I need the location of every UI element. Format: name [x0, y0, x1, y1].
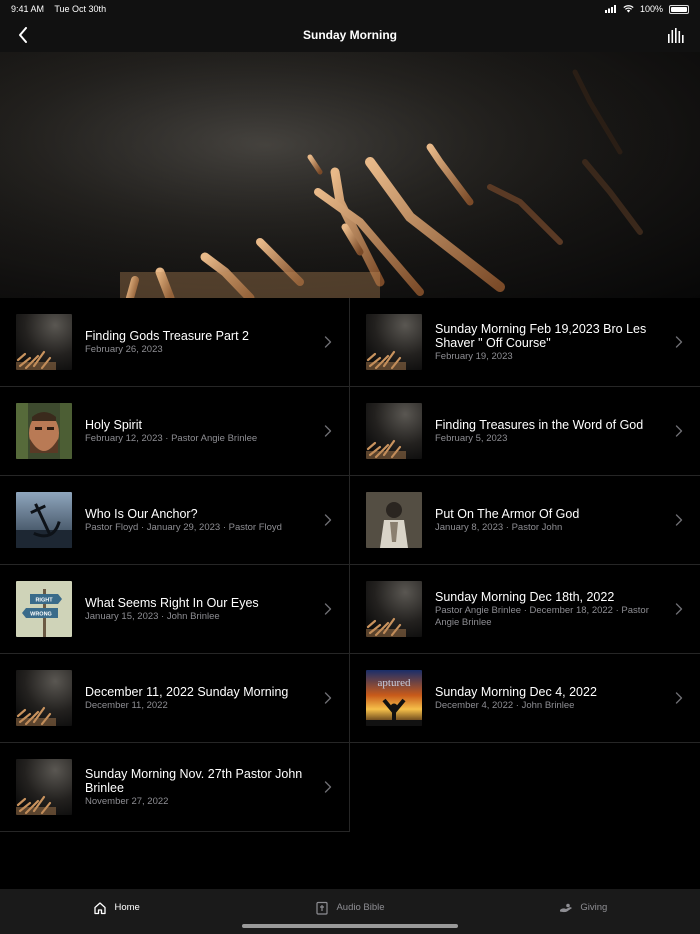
sermon-title: Finding Treasures in the Word of God [435, 417, 644, 432]
chevron-right-icon [675, 336, 683, 348]
sermon-list-item[interactable]: aptured Sunday Morning Dec 4, 2022 Decembe… [350, 654, 700, 743]
status-time: 9:41 AM [11, 4, 45, 14]
sermon-list-item[interactable]: Who Is Our Anchor? Pastor Floyd · January… [0, 476, 350, 565]
chevron-right-icon [324, 336, 332, 348]
sermon-thumbnail [366, 403, 422, 459]
bible-icon [316, 901, 329, 915]
sermon-list-item[interactable]: Finding Gods Treasure Part 2 February 26,… [0, 298, 350, 387]
sermon-subtitle: December 11, 2022 [85, 699, 168, 711]
sermon-title: Sunday Morning Dec 18th, 2022 [435, 589, 615, 604]
battery-icon [669, 4, 689, 14]
sermon-subtitle: February 26, 2023 [85, 343, 163, 355]
sermon-title: Who Is Our Anchor? [85, 506, 198, 521]
status-date: Tue Oct 30th [54, 4, 107, 14]
sermon-title: What Seems Right In Our Eyes [85, 595, 259, 610]
sermon-title: December 11, 2022 Sunday Morning [85, 684, 289, 699]
sermon-subtitle: December 4, 2022 · John Brinlee [435, 699, 575, 711]
sermon-title: Sunday Morning Feb 19,2023 Bro Les Shave… [435, 321, 647, 350]
chevron-right-icon [324, 603, 332, 615]
tab-audio-bible-label: Audio Bible [336, 902, 385, 913]
home-indicator [242, 924, 458, 928]
sermon-list-item[interactable]: December 11, 2022 Sunday Morning December… [0, 654, 350, 743]
sermon-title: Sunday Morning Dec 4, 2022 [435, 684, 597, 699]
equalizer-icon[interactable] [666, 25, 686, 45]
sermon-subtitle: February 12, 2023 · Pastor Angie Brinlee [85, 432, 258, 444]
chevron-right-icon [324, 692, 332, 704]
chevron-right-icon [324, 514, 332, 526]
navigation-bar: Sunday Morning [0, 18, 700, 52]
svg-text:RIGHT: RIGHT [35, 598, 53, 604]
sermon-list-item[interactable]: Sunday Morning Nov. 27th Pastor John Bri… [0, 743, 350, 832]
giving-icon [560, 903, 573, 912]
sermon-thumbnail [16, 314, 72, 370]
status-bar: 9:41 AM Tue Oct 30th 100% [0, 0, 700, 18]
sermon-thumbnail [16, 492, 72, 548]
sermon-title: Put On The Armor Of God [435, 506, 580, 521]
chevron-right-icon [675, 425, 683, 437]
tab-home-label: Home [114, 902, 140, 913]
tab-home[interactable]: Home [0, 889, 233, 934]
sermon-list: Finding Gods Treasure Part 2 February 26,… [0, 298, 700, 832]
sermon-title: Sunday Morning Nov. 27th Pastor John Bri… [85, 766, 303, 795]
chevron-right-icon [675, 692, 683, 704]
hero-banner-image [0, 52, 700, 298]
wifi-icon [623, 5, 634, 13]
sermon-thumbnail [366, 314, 422, 370]
sermon-title: Finding Gods Treasure Part 2 [85, 328, 249, 343]
sermon-thumbnail: aptured [366, 670, 422, 726]
sermon-subtitle: Pastor Floyd · January 29, 2023 · Pastor… [85, 521, 282, 533]
sermon-subtitle: November 27, 2022 [85, 795, 169, 807]
tab-giving[interactable]: Giving [467, 889, 700, 934]
sermon-list-item[interactable]: RIGHT WRONG What Seems Right In Our Eyes Ja… [0, 565, 350, 654]
home-icon [94, 901, 107, 914]
sermon-thumbnail [16, 759, 72, 815]
sermon-subtitle: February 19, 2023 [435, 350, 513, 362]
sermon-list-item[interactable]: Sunday Morning Feb 19,2023 Bro Les Shave… [350, 298, 700, 387]
battery-percent: 100% [639, 4, 663, 14]
sermon-subtitle: January 8, 2023 · Pastor John [435, 521, 563, 533]
sermon-thumbnail [16, 403, 72, 459]
sermon-title: Holy Spirit [85, 417, 142, 432]
svg-text:WRONG: WRONG [30, 612, 52, 618]
page-title: Sunday Morning [303, 28, 397, 42]
sermon-list-item[interactable]: Holy Spirit February 12, 2023 · Pastor An… [0, 387, 350, 476]
tab-giving-label: Giving [580, 902, 608, 913]
back-button[interactable] [12, 24, 34, 46]
sermon-thumbnail [366, 492, 422, 548]
svg-text:aptured: aptured [378, 677, 411, 689]
sermon-list-item[interactable]: Put On The Armor Of God January 8, 2023 ·… [350, 476, 700, 565]
chevron-right-icon [324, 781, 332, 793]
sermon-subtitle: Pastor Angie Brinlee · December 18, 2022… [435, 604, 649, 628]
sermon-thumbnail [16, 670, 72, 726]
signal-icon [604, 5, 616, 13]
sermon-list-item[interactable]: Sunday Morning Dec 18th, 2022 Pastor Angi… [350, 565, 700, 654]
sermon-thumbnail: RIGHT WRONG [16, 581, 72, 637]
sermon-list-item[interactable]: Finding Treasures in the Word of God Febr… [350, 387, 700, 476]
sermon-subtitle: February 5, 2023 [435, 432, 508, 444]
chevron-right-icon [675, 603, 683, 615]
sermon-subtitle: January 15, 2023 · John Brinlee [85, 610, 220, 622]
chevron-right-icon [324, 425, 332, 437]
sermon-thumbnail [366, 581, 422, 637]
chevron-left-icon [19, 27, 27, 43]
chevron-right-icon [675, 514, 683, 526]
